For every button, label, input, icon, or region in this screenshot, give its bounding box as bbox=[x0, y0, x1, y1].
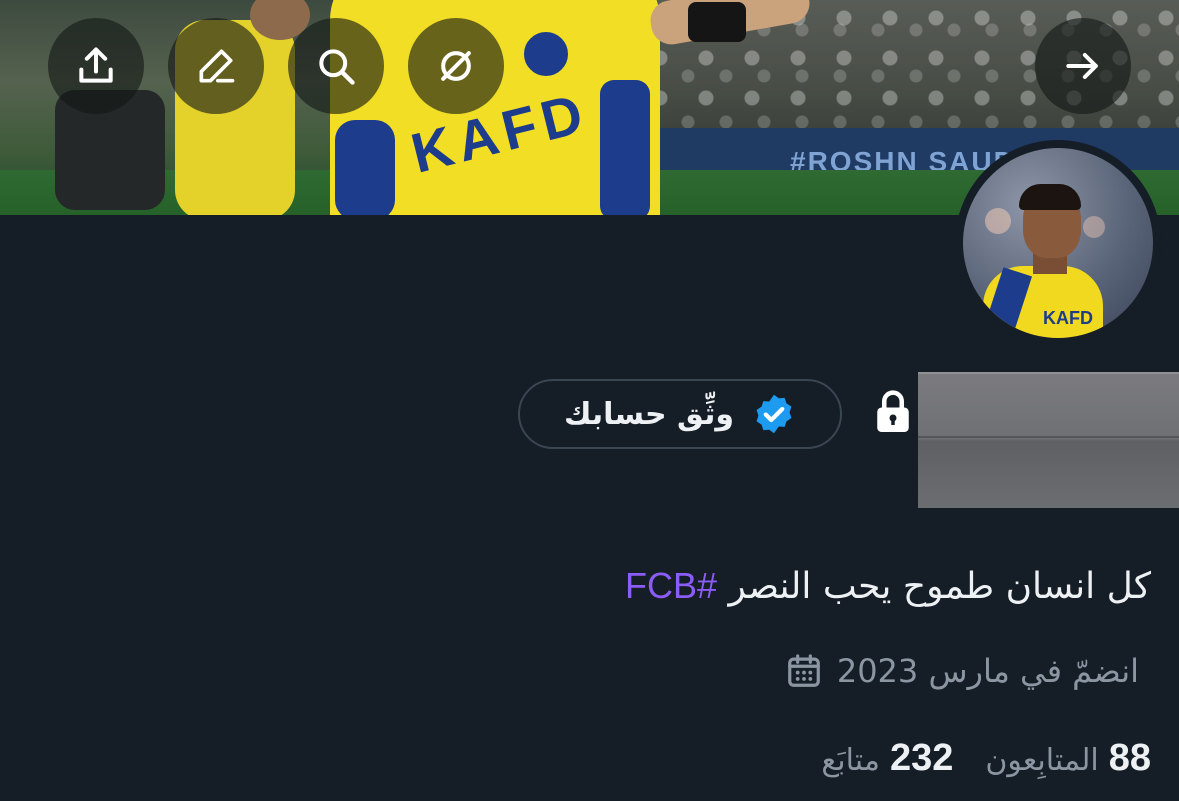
banner-jersey-stripe bbox=[600, 80, 650, 215]
redacted-display-name bbox=[918, 372, 1179, 508]
avatar-bokeh bbox=[985, 208, 1011, 234]
avatar-sponsor-text: KAFD bbox=[1043, 308, 1093, 328]
followers-count: 88 bbox=[1108, 736, 1151, 779]
edit-pencil-icon bbox=[199, 49, 235, 83]
back-button[interactable] bbox=[1035, 18, 1131, 114]
mute-button[interactable] bbox=[408, 18, 504, 114]
bio-text: كل انسان طموح يحب النصر bbox=[728, 566, 1151, 607]
share-button[interactable] bbox=[48, 18, 144, 114]
joined-date: انضمّ في مارس 2023 bbox=[785, 646, 1139, 696]
verify-account-button[interactable]: وثِّق حسابك bbox=[518, 379, 842, 449]
redaction-divider bbox=[918, 436, 1179, 438]
bio-hashtag-link[interactable]: #FCB bbox=[625, 565, 717, 606]
banner-jersey-sleeve bbox=[335, 120, 395, 215]
avatar-bokeh bbox=[1083, 216, 1105, 238]
following-stat[interactable]: 232 متابَع bbox=[821, 737, 953, 780]
banner-captain-band bbox=[688, 2, 746, 42]
avatar-hair bbox=[1019, 184, 1081, 210]
profile-bio: كل انسان طموح يحب النصر #FCB bbox=[625, 565, 1151, 607]
circle-slash-icon bbox=[441, 51, 471, 81]
search-icon bbox=[319, 49, 355, 85]
edit-profile-button[interactable] bbox=[168, 18, 264, 114]
followers-label: المتابِعون bbox=[985, 742, 1099, 778]
following-count: 232 bbox=[889, 736, 954, 779]
avatar[interactable]: KAFD bbox=[955, 140, 1161, 346]
followers-stat[interactable]: 88 المتابِعون bbox=[985, 737, 1151, 780]
avatar-image: KAFD bbox=[963, 148, 1153, 338]
following-label: متابَع bbox=[821, 742, 880, 778]
share-upload-icon bbox=[79, 47, 113, 83]
profile-stats: 232 متابَع 88 المتابِعون bbox=[821, 732, 1151, 784]
verified-badge-icon bbox=[756, 394, 792, 434]
joined-date-text: انضمّ في مارس 2023 bbox=[836, 652, 1139, 690]
calendar-icon bbox=[787, 654, 820, 687]
banner-club-crest bbox=[520, 28, 572, 80]
search-button[interactable] bbox=[288, 18, 384, 114]
lock-icon bbox=[877, 390, 909, 432]
arrow-right-icon bbox=[1066, 52, 1098, 80]
verify-account-label: وثِّق حسابك bbox=[563, 396, 734, 432]
